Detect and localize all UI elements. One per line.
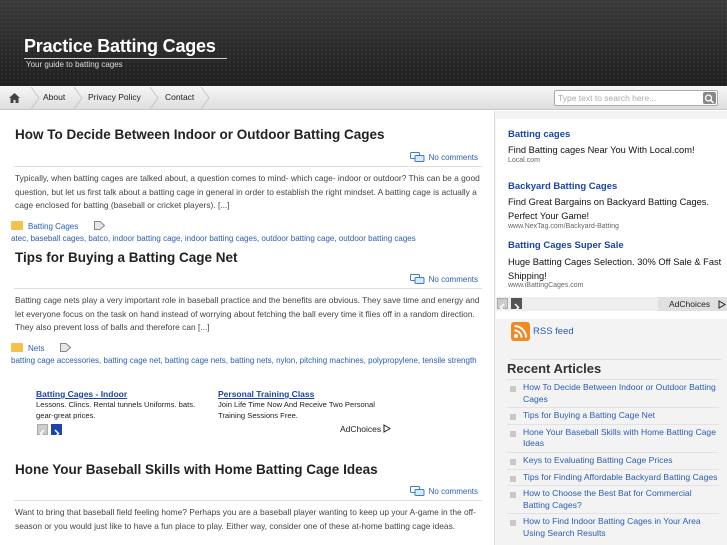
comment-icon [409, 152, 425, 162]
ad-unit[interactable]: Personal Training Class Join Life Time N… [218, 389, 393, 421]
category-link[interactable]: Nets [28, 344, 44, 353]
post-tags[interactable]: atec, baseball cages, batco, indoor batt… [11, 233, 481, 245]
ad-url[interactable]: www.iBattingCages.com [508, 282, 583, 289]
chevron-right-icon [54, 429, 60, 438]
post-meta: Nets [11, 343, 71, 353]
ad-prev-button[interactable] [497, 298, 508, 312]
recent-articles-title: Recent Articles [507, 361, 602, 376]
comments-link[interactable]: No comments [409, 486, 478, 496]
rss-icon [511, 322, 530, 341]
adchoices-icon [383, 424, 392, 433]
ad-text: Find Great Bargains on Backyard Batting … [508, 197, 710, 221]
comment-icon [409, 486, 425, 496]
ad-text: Huge Batting Cages Selection. 30% Off Sa… [508, 257, 722, 281]
sidebar-ad-block: Batting cages Find Batting cages Near Yo… [496, 119, 727, 319]
nav-separator [30, 87, 40, 109]
sidebar-ad-controls: AdChoices [496, 297, 727, 312]
comments-link[interactable]: No comments [409, 152, 478, 162]
ad-title[interactable]: Backyard Batting Cages [508, 181, 617, 192]
adchoices-label: AdChoices [340, 424, 382, 434]
ad-title[interactable]: Batting Cages Super Sale [508, 240, 624, 251]
ad-title[interactable]: Batting cages [508, 129, 570, 140]
tag-icon [59, 343, 71, 352]
adchoices-label: AdChoices [669, 299, 711, 309]
recent-article-link[interactable]: Tips for Buying a Batting Cage Net [507, 407, 719, 424]
chevron-left-icon [499, 303, 505, 312]
ad-url[interactable]: Local.com [508, 157, 540, 164]
rss-link[interactable]: RSS feed [533, 326, 574, 337]
chevron-right-icon [514, 303, 520, 312]
search-icon [704, 94, 715, 104]
nav-contact[interactable]: Contact [165, 86, 194, 110]
post-meta: Batting Cages [11, 221, 105, 231]
home-icon [9, 93, 20, 103]
nav-separator [200, 87, 210, 109]
adchoices-icon [718, 300, 726, 309]
folder-icon [11, 221, 23, 230]
nav-about[interactable]: About [43, 86, 65, 110]
recent-articles-list: How To Decide Between Indoor or Outdoor … [507, 379, 719, 542]
comment-icon [409, 274, 425, 284]
rss-block[interactable]: RSS feed [511, 322, 721, 360]
ad-title[interactable]: Batting Cages - Indoor [36, 389, 211, 399]
nav-privacy-policy[interactable]: Privacy Policy [88, 86, 141, 110]
title-underline [24, 58, 227, 59]
site-title[interactable]: Practice Batting Cages [24, 36, 216, 57]
ad-title[interactable]: Personal Training Class [218, 389, 393, 399]
recent-article-link[interactable]: Keys to Evaluating Batting Cage Prices [507, 451, 719, 469]
nav-separator [149, 87, 159, 109]
comments-label: No comments [428, 487, 478, 496]
divider [14, 166, 482, 167]
ad-next-button[interactable] [51, 424, 62, 438]
tag-icon [93, 221, 105, 230]
post-excerpt: Batting cage nets play a very important … [15, 295, 480, 332]
adchoices-link[interactable]: AdChoices [658, 297, 727, 311]
post-excerpt: Typically, when batting cages are talked… [15, 173, 480, 210]
home-button[interactable] [0, 86, 30, 110]
recent-article-link[interactable]: How to Find Indoor Batting Cages in Your… [507, 513, 719, 541]
search-input[interactable] [558, 92, 698, 104]
recent-article-link[interactable]: How To Decide Between Indoor or Outdoor … [507, 379, 719, 407]
post-tags[interactable]: batting cage accessories, batting cage n… [11, 355, 481, 367]
comments-label: No comments [428, 275, 478, 284]
ad-text: Join Life Time Now And Receive Two Perso… [218, 400, 375, 420]
post-title[interactable]: Hone Your Baseball Skills with Home Batt… [15, 462, 378, 477]
nav-separator [73, 87, 83, 109]
post-title[interactable]: How To Decide Between Indoor or Outdoor … [15, 127, 385, 142]
search-button[interactable] [703, 92, 716, 104]
comments-link[interactable]: No comments [409, 274, 478, 284]
comments-label: No comments [428, 153, 478, 162]
adchoices-link[interactable]: AdChoices [340, 424, 392, 434]
post-title[interactable]: Tips for Buying a Batting Cage Net [15, 250, 238, 265]
ad-unit[interactable]: Batting Cages - Indoor Lessons. Clincs. … [36, 389, 211, 421]
divider [14, 288, 482, 289]
ad-text: Lessons. Clincs. Rental tunnels Uniforms… [36, 400, 196, 420]
ad-url[interactable]: www.NexTag.com/Backyard-Batting [508, 223, 619, 230]
category-link[interactable]: Batting Cages [28, 222, 78, 231]
inline-ad-block: Batting Cages - Indoor Lessons. Clincs. … [36, 389, 396, 438]
ad-text: Find Batting cages Near You With Local.c… [508, 145, 695, 155]
search-box [554, 90, 718, 106]
chevron-left-icon [39, 429, 45, 438]
ad-prev-button[interactable] [37, 424, 48, 438]
sidebar: Batting cages Find Batting cages Near Yo… [494, 111, 727, 545]
divider [511, 359, 721, 360]
divider [14, 500, 482, 501]
post-excerpt: Want to bring that baseball field feelin… [15, 507, 476, 531]
recent-article-link[interactable]: Hone Your Baseball Skills with Home Batt… [507, 423, 719, 452]
recent-article-link[interactable]: How to Choose the Best Bat for Commercia… [507, 485, 719, 513]
site-header: Practice Batting Cages Your guide to bat… [0, 0, 727, 86]
folder-icon [11, 343, 23, 352]
recent-article-link[interactable]: Tips for Finding Affordable Backyard Bat… [507, 468, 719, 486]
ad-next-button[interactable] [511, 298, 522, 312]
site-tagline: Your guide to batting cages [26, 60, 123, 69]
